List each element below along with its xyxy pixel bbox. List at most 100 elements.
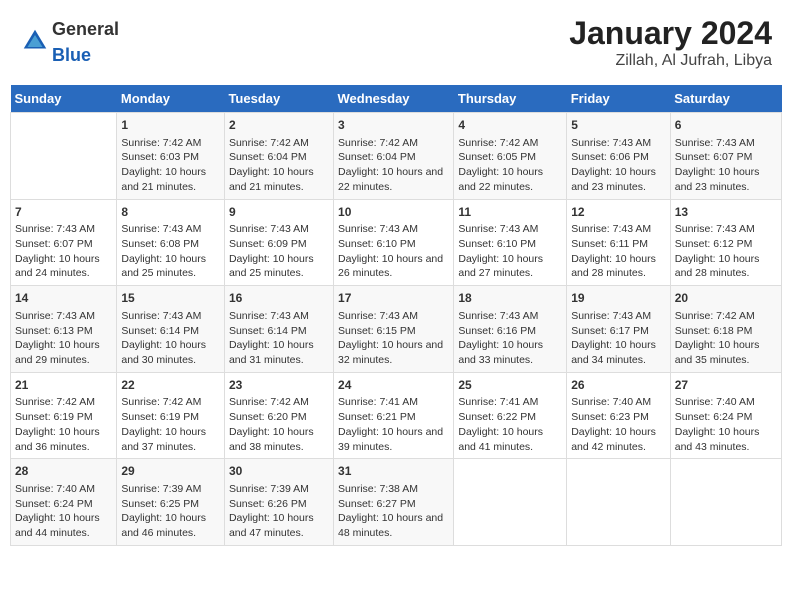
day-info: Sunset: 6:14 PM (121, 324, 220, 339)
calendar-cell: 6Sunrise: 7:43 AMSunset: 6:07 PMDaylight… (670, 113, 781, 200)
day-number: 18 (458, 290, 562, 307)
day-info: Daylight: 10 hours and 26 minutes. (338, 252, 449, 281)
day-number: 6 (675, 117, 777, 134)
day-info: Sunrise: 7:43 AM (121, 309, 220, 324)
calendar-subtitle: Zillah, Al Jufrah, Libya (569, 52, 772, 70)
calendar-cell: 31Sunrise: 7:38 AMSunset: 6:27 PMDayligh… (334, 459, 454, 546)
calendar-title: January 2024 (569, 15, 772, 52)
logo-blue-text: Blue (52, 45, 91, 65)
day-info: Sunset: 6:13 PM (15, 324, 112, 339)
day-number: 3 (338, 117, 449, 134)
day-info: Sunrise: 7:43 AM (338, 222, 449, 237)
day-number: 17 (338, 290, 449, 307)
calendar-cell: 7Sunrise: 7:43 AMSunset: 6:07 PMDaylight… (11, 199, 117, 286)
day-info: Daylight: 10 hours and 30 minutes. (121, 338, 220, 367)
week-row-5: 28Sunrise: 7:40 AMSunset: 6:24 PMDayligh… (11, 459, 782, 546)
day-info: Daylight: 10 hours and 48 minutes. (338, 511, 449, 540)
day-info: Sunrise: 7:42 AM (675, 309, 777, 324)
calendar-cell: 28Sunrise: 7:40 AMSunset: 6:24 PMDayligh… (11, 459, 117, 546)
calendar-cell (670, 459, 781, 546)
day-info: Sunset: 6:25 PM (121, 497, 220, 512)
day-number: 5 (571, 117, 666, 134)
page-header: General Blue January 2024 Zillah, Al Juf… (10, 10, 782, 75)
day-info: Sunrise: 7:42 AM (458, 136, 562, 151)
day-info: Daylight: 10 hours and 24 minutes. (15, 252, 112, 281)
day-info: Sunset: 6:07 PM (15, 237, 112, 252)
day-info: Daylight: 10 hours and 28 minutes. (675, 252, 777, 281)
calendar-cell: 2Sunrise: 7:42 AMSunset: 6:04 PMDaylight… (224, 113, 333, 200)
day-info: Daylight: 10 hours and 28 minutes. (571, 252, 666, 281)
day-info: Sunrise: 7:39 AM (229, 482, 329, 497)
day-info: Sunset: 6:04 PM (338, 150, 449, 165)
calendar-cell: 4 Sunrise: 7:42 AMSunset: 6:05 PMDaylight… (454, 113, 567, 200)
day-info: Sunrise: 7:42 AM (121, 395, 220, 410)
day-info: Sunset: 6:24 PM (675, 410, 777, 425)
day-info: Daylight: 10 hours and 21 minutes. (229, 165, 329, 194)
day-number: 1 (121, 117, 220, 134)
day-info: Sunrise: 7:42 AM (229, 395, 329, 410)
logo-general-text: General (52, 19, 119, 39)
day-info: Daylight: 10 hours and 46 minutes. (121, 511, 220, 540)
day-info: Sunset: 6:17 PM (571, 324, 666, 339)
day-info: Sunrise: 7:43 AM (571, 309, 666, 324)
calendar-cell: 30Sunrise: 7:39 AMSunset: 6:26 PMDayligh… (224, 459, 333, 546)
logo-icon (20, 26, 50, 56)
header-friday: Friday (567, 85, 671, 113)
day-info: Sunrise: 7:43 AM (229, 222, 329, 237)
day-number: 9 (229, 204, 329, 221)
week-row-2: 7Sunrise: 7:43 AMSunset: 6:07 PMDaylight… (11, 199, 782, 286)
day-info: Daylight: 10 hours and 44 minutes. (15, 511, 112, 540)
day-info: Sunset: 6:06 PM (571, 150, 666, 165)
day-info: Daylight: 10 hours and 25 minutes. (229, 252, 329, 281)
calendar-cell (454, 459, 567, 546)
title-block: January 2024 Zillah, Al Jufrah, Libya (569, 15, 772, 70)
day-number: 12 (571, 204, 666, 221)
day-info: Sunset: 6:19 PM (121, 410, 220, 425)
calendar-cell: 23Sunrise: 7:42 AMSunset: 6:20 PMDayligh… (224, 372, 333, 459)
day-number: 29 (121, 463, 220, 480)
day-info: Sunrise: 7:39 AM (121, 482, 220, 497)
day-info: Sunset: 6:10 PM (338, 237, 449, 252)
day-info: Daylight: 10 hours and 34 minutes. (571, 338, 666, 367)
day-info: Sunrise: 7:43 AM (229, 309, 329, 324)
day-number: 27 (675, 377, 777, 394)
calendar-cell: 5Sunrise: 7:43 AMSunset: 6:06 PMDaylight… (567, 113, 671, 200)
day-number: 4 (458, 117, 562, 134)
calendar-cell: 9Sunrise: 7:43 AMSunset: 6:09 PMDaylight… (224, 199, 333, 286)
day-info: Daylight: 10 hours and 22 minutes. (458, 165, 562, 194)
day-number: 25 (458, 377, 562, 394)
day-info: Sunset: 6:05 PM (458, 150, 562, 165)
day-info: Sunset: 6:08 PM (121, 237, 220, 252)
calendar-cell: 15Sunrise: 7:43 AMSunset: 6:14 PMDayligh… (117, 286, 225, 373)
day-info: Sunset: 6:03 PM (121, 150, 220, 165)
day-info: Sunrise: 7:43 AM (571, 136, 666, 151)
logo: General Blue (20, 15, 119, 67)
calendar-cell: 25Sunrise: 7:41 AMSunset: 6:22 PMDayligh… (454, 372, 567, 459)
header-thursday: Thursday (454, 85, 567, 113)
day-info: Sunset: 6:09 PM (229, 237, 329, 252)
day-info: Sunrise: 7:43 AM (458, 222, 562, 237)
day-info: Sunset: 6:11 PM (571, 237, 666, 252)
day-number: 24 (338, 377, 449, 394)
day-info: Sunset: 6:04 PM (229, 150, 329, 165)
day-info: Sunrise: 7:43 AM (121, 222, 220, 237)
calendar-cell: 8Sunrise: 7:43 AMSunset: 6:08 PMDaylight… (117, 199, 225, 286)
day-info: Sunrise: 7:43 AM (338, 309, 449, 324)
day-info: Sunrise: 7:42 AM (15, 395, 112, 410)
calendar-header: SundayMondayTuesdayWednesdayThursdayFrid… (11, 85, 782, 113)
day-info: Sunrise: 7:42 AM (121, 136, 220, 151)
day-number: 26 (571, 377, 666, 394)
day-number: 28 (15, 463, 112, 480)
week-row-1: 1Sunrise: 7:42 AMSunset: 6:03 PMDaylight… (11, 113, 782, 200)
day-info: Sunset: 6:18 PM (675, 324, 777, 339)
calendar-cell: 22Sunrise: 7:42 AMSunset: 6:19 PMDayligh… (117, 372, 225, 459)
day-info: Sunset: 6:24 PM (15, 497, 112, 512)
day-info: Sunrise: 7:40 AM (571, 395, 666, 410)
day-info: Sunset: 6:19 PM (15, 410, 112, 425)
calendar-cell: 27Sunrise: 7:40 AMSunset: 6:24 PMDayligh… (670, 372, 781, 459)
calendar-cell (567, 459, 671, 546)
day-info: Sunrise: 7:43 AM (675, 222, 777, 237)
calendar-table: SundayMondayTuesdayWednesdayThursdayFrid… (10, 85, 782, 546)
calendar-cell (11, 113, 117, 200)
day-info: Sunrise: 7:43 AM (458, 309, 562, 324)
